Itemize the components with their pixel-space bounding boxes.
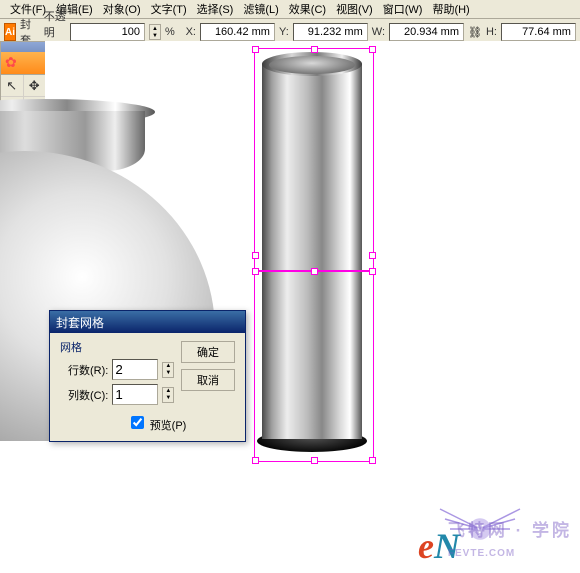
selection-bbox[interactable] [254, 48, 374, 462]
opacity-spinner[interactable]: ▲▼ [149, 24, 161, 40]
menu-type[interactable]: 文字(T) [147, 0, 191, 18]
opacity-unit: % [165, 26, 175, 38]
menu-help[interactable]: 帮助(H) [428, 0, 473, 18]
cancel-button[interactable]: 取消 [181, 369, 235, 391]
ok-button[interactable]: 确定 [181, 341, 235, 363]
cols-spinner[interactable]: ▲▼ [162, 387, 174, 403]
menu-select[interactable]: 选择(S) [193, 0, 238, 18]
menu-object[interactable]: 对象(O) [99, 0, 145, 18]
cols-label: 列数(C): [68, 387, 108, 403]
app-icon: Ai [4, 23, 16, 41]
w-input[interactable] [392, 25, 461, 39]
rows-spinner[interactable]: ▲▼ [162, 362, 174, 378]
preview-checkbox[interactable]: 预览(P) [127, 420, 187, 432]
envelope-mesh-line[interactable] [254, 270, 374, 272]
toolbox-header [1, 52, 46, 75]
dialog-title[interactable]: 封套网格 [50, 311, 245, 333]
menu-bar: 文件(F) 编辑(E) 对象(O) 文字(T) 选择(S) 滤镜(L) 效果(C… [0, 0, 580, 19]
y-label: Y: [279, 26, 289, 38]
rows-label: 行数(R): [68, 362, 108, 378]
envelope-mesh-dialog: 封套网格 网格 行数(R): ▲▼ 列数(C): ▲▼ 预览(P) 确定 取消 [49, 310, 246, 442]
h-input[interactable] [504, 25, 573, 39]
x-input[interactable] [203, 25, 272, 39]
menu-view[interactable]: 视图(V) [332, 0, 377, 18]
menu-filter[interactable]: 滤镜(L) [239, 0, 282, 18]
opacity-input[interactable] [73, 25, 142, 39]
h-label: H: [486, 26, 497, 38]
x-label: X: [186, 26, 196, 38]
w-label: W: [372, 26, 385, 38]
cols-input[interactable] [112, 384, 158, 405]
link-icon[interactable]: ⛓ [468, 26, 482, 39]
menu-window[interactable]: 窗口(W) [379, 0, 427, 18]
rows-input[interactable] [112, 359, 158, 380]
site-watermark: 飞特网 · 学院 FEVTE.COM [448, 516, 572, 561]
toolbox-gripper[interactable] [1, 42, 46, 52]
y-input[interactable] [296, 25, 365, 39]
menu-effect[interactable]: 效果(C) [285, 0, 330, 18]
